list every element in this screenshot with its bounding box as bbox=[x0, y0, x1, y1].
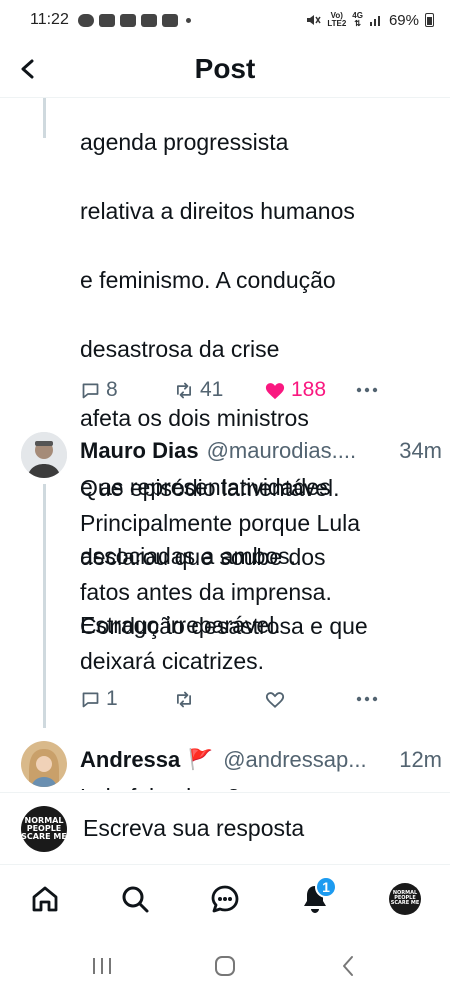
reply-button[interactable]: 1 bbox=[80, 687, 118, 711]
avatar-photo-icon bbox=[21, 432, 67, 478]
heart-outline-icon bbox=[265, 692, 285, 708]
youtube-notification-icon-3 bbox=[161, 13, 178, 27]
mute-icon bbox=[307, 15, 321, 25]
like-button[interactable]: 188 bbox=[264, 378, 326, 402]
notification-badge: 1 bbox=[315, 875, 337, 898]
back-system-icon bbox=[343, 956, 354, 976]
retweet-count: 41 bbox=[200, 378, 224, 401]
main-tweet-line: agenda progressista bbox=[80, 128, 289, 155]
author-handle[interactable]: @andressap... bbox=[223, 745, 393, 775]
reply-icon bbox=[82, 692, 99, 707]
reply-1-text: Que episódio lamentável. Principalmente … bbox=[80, 475, 368, 674]
main-tweet-line: relativa a direitos humanos bbox=[80, 197, 355, 224]
avatar-mauro-dias[interactable] bbox=[21, 432, 67, 478]
share-more-button[interactable] bbox=[356, 387, 378, 393]
signal-icon bbox=[369, 16, 380, 26]
like-count: 188 bbox=[291, 378, 327, 401]
reply-count: 8 bbox=[106, 378, 118, 401]
battery-icon bbox=[425, 13, 434, 27]
nav-home[interactable] bbox=[15, 869, 75, 929]
youtube-notification-icon-2 bbox=[119, 13, 136, 27]
recent-apps-button[interactable] bbox=[72, 941, 132, 991]
reply-2-header: Andressa 🚩 @andressap... 12m bbox=[80, 745, 442, 775]
main-tweet-line: e feminismo. A condução bbox=[80, 266, 336, 293]
heart-filled-icon bbox=[265, 383, 285, 400]
like-button[interactable] bbox=[264, 689, 286, 709]
reply-1-actions: 1 bbox=[80, 684, 380, 714]
retweet-button[interactable] bbox=[173, 689, 195, 710]
volte-bottom: LTE2 bbox=[327, 19, 347, 28]
reply-input[interactable]: Escreva sua resposta bbox=[83, 815, 304, 842]
back-arrow-icon bbox=[21, 59, 34, 78]
author-name[interactable]: Mauro Dias bbox=[80, 436, 199, 466]
my-avatar[interactable]: NORMAL PEOPLE SCARE ME bbox=[21, 805, 67, 852]
more-notifications-dot bbox=[185, 17, 191, 23]
back-button[interactable] bbox=[2, 40, 52, 98]
retweet-button[interactable]: 41 bbox=[173, 378, 223, 402]
main-tweet-line: desastrosa da crise bbox=[80, 335, 280, 362]
chat-notification-icon bbox=[77, 13, 94, 27]
reply-count: 1 bbox=[106, 687, 118, 710]
post-header: Post bbox=[0, 40, 450, 98]
author-handle[interactable]: @maurodias.... bbox=[207, 436, 394, 466]
nav-search[interactable] bbox=[105, 869, 165, 929]
author-name[interactable]: Andressa bbox=[80, 745, 180, 775]
home-system-button[interactable] bbox=[195, 941, 255, 991]
search-icon bbox=[122, 886, 149, 912]
profile-avatar: NORMAL PEOPLE SCARE ME bbox=[389, 882, 421, 915]
network-arrows: ⇅ bbox=[354, 19, 361, 28]
main-tweet-line: afeta os dois ministros bbox=[80, 404, 309, 431]
nav-profile[interactable]: NORMAL PEOPLE SCARE ME bbox=[375, 869, 435, 929]
nav-notifications[interactable]: 1 bbox=[285, 869, 345, 929]
retweet-icon bbox=[177, 691, 191, 707]
battery-percent: 69% bbox=[388, 11, 419, 29]
system-nav bbox=[0, 932, 450, 1000]
thread-line-reply-1 bbox=[43, 484, 46, 728]
network-gen-indicator: 4G ⇅ bbox=[352, 12, 363, 28]
reply-composer: NORMAL PEOPLE SCARE ME Escreva sua respo… bbox=[0, 792, 450, 864]
status-right: Vo) LTE2 4G ⇅ 69% bbox=[305, 12, 434, 29]
avatar-photo-icon bbox=[21, 741, 67, 787]
page-title: Post bbox=[194, 52, 256, 84]
volte-indicator: Vo) LTE2 bbox=[327, 12, 346, 28]
red-flag-icon: 🚩 bbox=[188, 749, 214, 771]
status-bar: 11:22 Vo) LTE2 4G ⇅ 69% bbox=[0, 0, 450, 40]
share-more-button[interactable] bbox=[356, 696, 378, 702]
home-system-icon bbox=[214, 956, 235, 976]
thread-line-top bbox=[43, 98, 46, 138]
reply-2-text: Lula falou isso? bbox=[80, 780, 440, 790]
main-tweet-actions: 8 41 188 bbox=[80, 375, 380, 405]
tweet-time[interactable]: 34m bbox=[399, 436, 442, 466]
home-icon bbox=[32, 886, 58, 911]
retweet-icon bbox=[177, 382, 191, 398]
youtube-notification-icon bbox=[98, 13, 115, 27]
recent-apps-icon bbox=[92, 958, 111, 974]
thread-feed[interactable]: agenda progressista relativa a direitos … bbox=[0, 98, 450, 790]
nav-spaces[interactable] bbox=[195, 869, 255, 929]
reply-1-header: Mauro Dias @maurodias.... 34m bbox=[80, 436, 442, 466]
reply-button[interactable]: 8 bbox=[80, 378, 118, 402]
chat-bubble-icon bbox=[211, 885, 239, 912]
more-horizontal-icon bbox=[356, 387, 378, 393]
bottom-nav: 1 NORMAL PEOPLE SCARE ME bbox=[0, 864, 450, 932]
more-horizontal-icon bbox=[356, 696, 378, 702]
status-time: 11:22 bbox=[30, 11, 69, 28]
back-system-button[interactable] bbox=[318, 941, 378, 991]
check-notification-icon bbox=[140, 13, 157, 27]
status-left: 11:22 bbox=[30, 11, 191, 29]
reply-icon bbox=[82, 383, 99, 398]
avatar-andressa[interactable] bbox=[21, 741, 67, 787]
tweet-time[interactable]: 12m bbox=[399, 745, 442, 775]
